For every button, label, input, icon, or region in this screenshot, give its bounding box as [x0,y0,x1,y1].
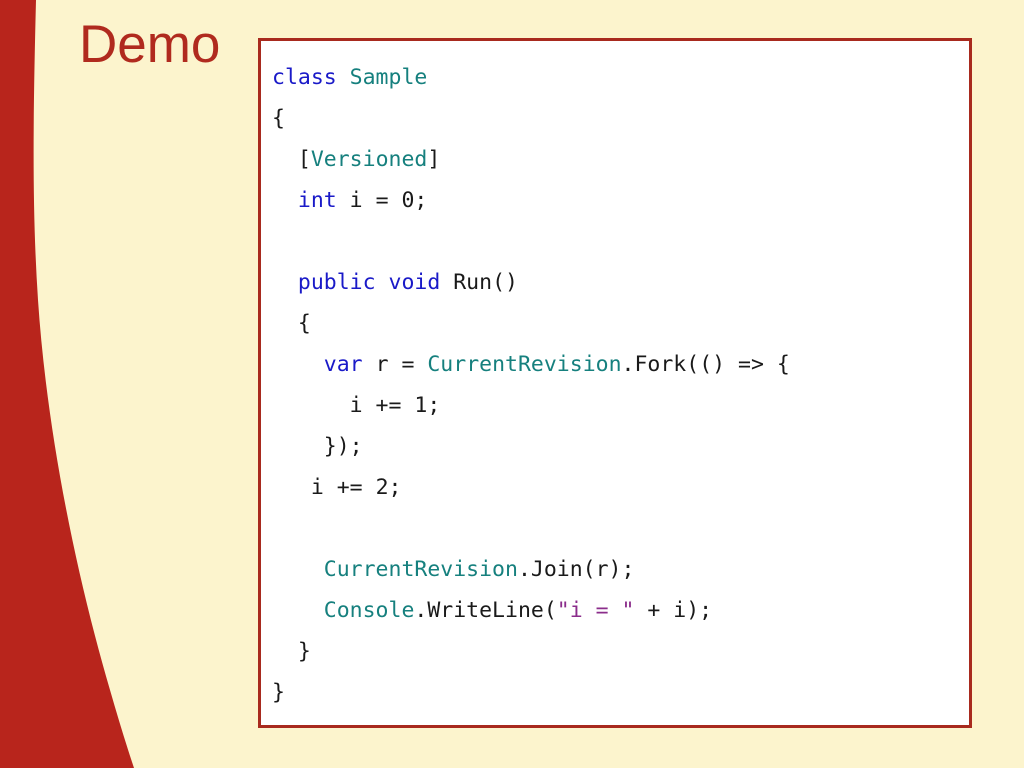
code-token-plain: ] [427,147,441,172]
code-token-plain: + i); [634,598,713,623]
code-line: } [272,631,969,672]
code-line: { [272,98,969,139]
code-token-plain: [ [297,147,311,172]
code-line: public void Run() [272,262,969,303]
code-token-type: Console [323,598,415,623]
code-token-plain: .WriteLine( [414,598,557,623]
page-title: Demo [79,15,221,74]
code-token-plain: { [297,311,311,336]
code-token-kw: public void [297,270,454,295]
code-line: { [272,303,969,344]
code-line: Console.WriteLine("i = " + i); [272,590,969,631]
code-panel: class Sample { [Versioned] int i = 0; pu… [258,38,972,728]
code-listing: class Sample { [Versioned] int i = 0; pu… [261,41,969,713]
code-line: class Sample [272,57,969,98]
code-token-plain: .Fork(() => { [621,352,790,377]
code-token-plain: } [297,639,311,664]
code-token-type: Versioned [310,147,428,172]
code-token-type: Sample [349,65,428,90]
code-token-plain: i += 1; [349,393,441,418]
code-token-kw: class [272,65,350,90]
code-line: var r = CurrentRevision.Fork(() => { [272,344,969,385]
slide-canvas: Demo class Sample { [Versioned] int i = … [0,0,1024,768]
code-line: i += 1; [272,385,969,426]
code-line: i += 2; [272,467,969,508]
code-token-plain: { [272,106,285,131]
code-token-plain: i = 0; [336,188,428,213]
code-token-plain: } [272,680,285,705]
code-token-type: CurrentRevision [427,352,622,377]
code-token-plain: .Join(r); [517,557,635,582]
code-token-plain: r = [362,352,428,377]
code-token-plain: i += 2; [310,475,402,500]
code-token-kw: int [297,188,337,213]
left-red-swoosh-decoration [0,0,134,768]
code-line: int i = 0; [272,180,969,221]
code-token-type: CurrentRevision [323,557,518,582]
code-token-string: "i = " [556,598,635,623]
code-token-kw: var [323,352,363,377]
code-line: [Versioned] [272,139,969,180]
code-token-plain: Run() [453,270,518,295]
code-line: } [272,672,969,713]
code-line: CurrentRevision.Join(r); [272,549,969,590]
code-token-plain: }); [323,434,363,459]
code-line: }); [272,426,969,467]
